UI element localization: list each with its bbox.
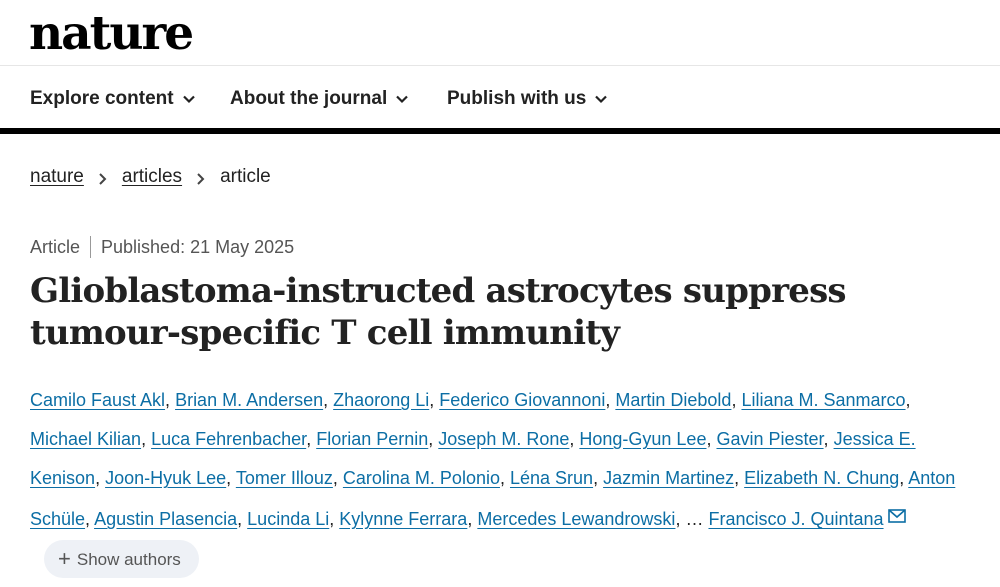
breadcrumb-link-nature[interactable]: nature [30, 166, 84, 188]
author-link[interactable]: Tomer Illouz [236, 468, 333, 488]
author-link[interactable]: Kylynne Ferrara [339, 509, 467, 529]
author-link[interactable]: Agustin Plasencia [94, 509, 237, 529]
nav-label: About the journal [230, 88, 388, 109]
author-link[interactable]: Brian M. Andersen [175, 390, 323, 410]
author-link[interactable]: Liliana M. Sanmarco [741, 390, 905, 410]
author-separator: , [467, 509, 478, 529]
main-nav: Explore content About the journal Publis… [0, 66, 1000, 134]
logo-bar: nature [0, 0, 1000, 66]
author-link[interactable]: Luca Fehrenbacher [151, 429, 306, 449]
author-link[interactable]: Joon-Hyuk Lee [105, 468, 226, 488]
author-link[interactable]: Joseph M. Rone [438, 429, 569, 449]
author-separator: , [499, 468, 510, 488]
author-link[interactable]: Gavin Piester [716, 429, 823, 449]
author-separator: , [823, 429, 834, 449]
author-link[interactable]: Mercedes Lewandrowski [477, 509, 675, 529]
author-link[interactable]: Jazmin Martinez [603, 468, 734, 488]
author-separator: , [569, 429, 580, 449]
author-link[interactable]: Léna Srun [510, 468, 593, 488]
author-separator: , [141, 429, 152, 449]
author-separator: , [429, 390, 440, 410]
author-separator: , [329, 509, 340, 529]
nature-logo[interactable]: nature [29, 4, 194, 64]
author-separator: , [237, 509, 248, 529]
author-link[interactable]: Martin Diebold [615, 390, 731, 410]
meta-divider [90, 236, 92, 258]
author-separator: , [731, 390, 742, 410]
show-authors-label: Show authors [76, 549, 181, 569]
author-link[interactable]: Carolina M. Polonio [343, 468, 500, 488]
author-separator: , [675, 509, 686, 529]
author-separator: , [95, 468, 106, 488]
author-separator: , [85, 509, 95, 529]
show-authors-button[interactable]: + Show authors [44, 540, 199, 579]
chevron-right-icon [97, 170, 109, 185]
author-separator: , [734, 468, 745, 488]
nav-about-journal[interactable]: About the journal [230, 88, 409, 110]
author-list: Camilo Faust Akl, Brian M. Andersen, Zha… [30, 381, 960, 579]
plus-icon: + [58, 546, 71, 572]
author-separator: , [306, 429, 317, 449]
nav-label: Publish with us [447, 88, 587, 109]
article-type: Article [30, 236, 81, 257]
author-separator: , [593, 468, 604, 488]
author-link[interactable]: Elizabeth N. Chung [744, 468, 899, 488]
article-title: Glioblastoma-instructed astrocytes suppr… [30, 271, 847, 353]
author-link[interactable]: Federico Giovannoni [439, 390, 605, 410]
author-link[interactable]: Lucinda Li [247, 509, 329, 529]
author-separator: , [323, 390, 334, 410]
published-date: Published: 21 May 2025 [101, 236, 295, 257]
author-link[interactable]: Florian Pernin [316, 429, 428, 449]
author-link[interactable]: Michael Kilian [30, 429, 141, 449]
author-separator: , [706, 429, 717, 449]
author-link[interactable]: Camilo Faust Akl [30, 390, 165, 410]
breadcrumb-link-articles[interactable]: articles [122, 166, 182, 188]
nav-label: Explore content [30, 88, 174, 109]
mail-icon[interactable] [887, 498, 906, 523]
author-separator: , [905, 390, 911, 410]
nav-publish-with-us[interactable]: Publish with us [447, 88, 608, 110]
breadcrumb: nature articles article [30, 166, 271, 188]
authors-ellipsis: … [685, 509, 704, 529]
chevron-down-icon [395, 92, 409, 106]
chevron-down-icon [182, 92, 196, 106]
author-separator: , [165, 390, 176, 410]
nav-explore-content[interactable]: Explore content [30, 88, 196, 110]
chevron-down-icon [594, 92, 608, 106]
corresponding-author-link[interactable]: Francisco J. Quintana [708, 509, 883, 529]
breadcrumb-current: article [220, 166, 271, 187]
author-separator: , [428, 429, 439, 449]
author-link[interactable]: Zhaorong Li [333, 390, 429, 410]
author-separator: , [332, 468, 343, 488]
article-meta: Article Published: 21 May 2025 [30, 236, 294, 258]
author-separator: , [605, 390, 616, 410]
chevron-right-icon [195, 170, 207, 185]
author-link[interactable]: Hong-Gyun Lee [579, 429, 706, 449]
author-separator: , [226, 468, 236, 488]
author-separator: , [899, 468, 909, 488]
